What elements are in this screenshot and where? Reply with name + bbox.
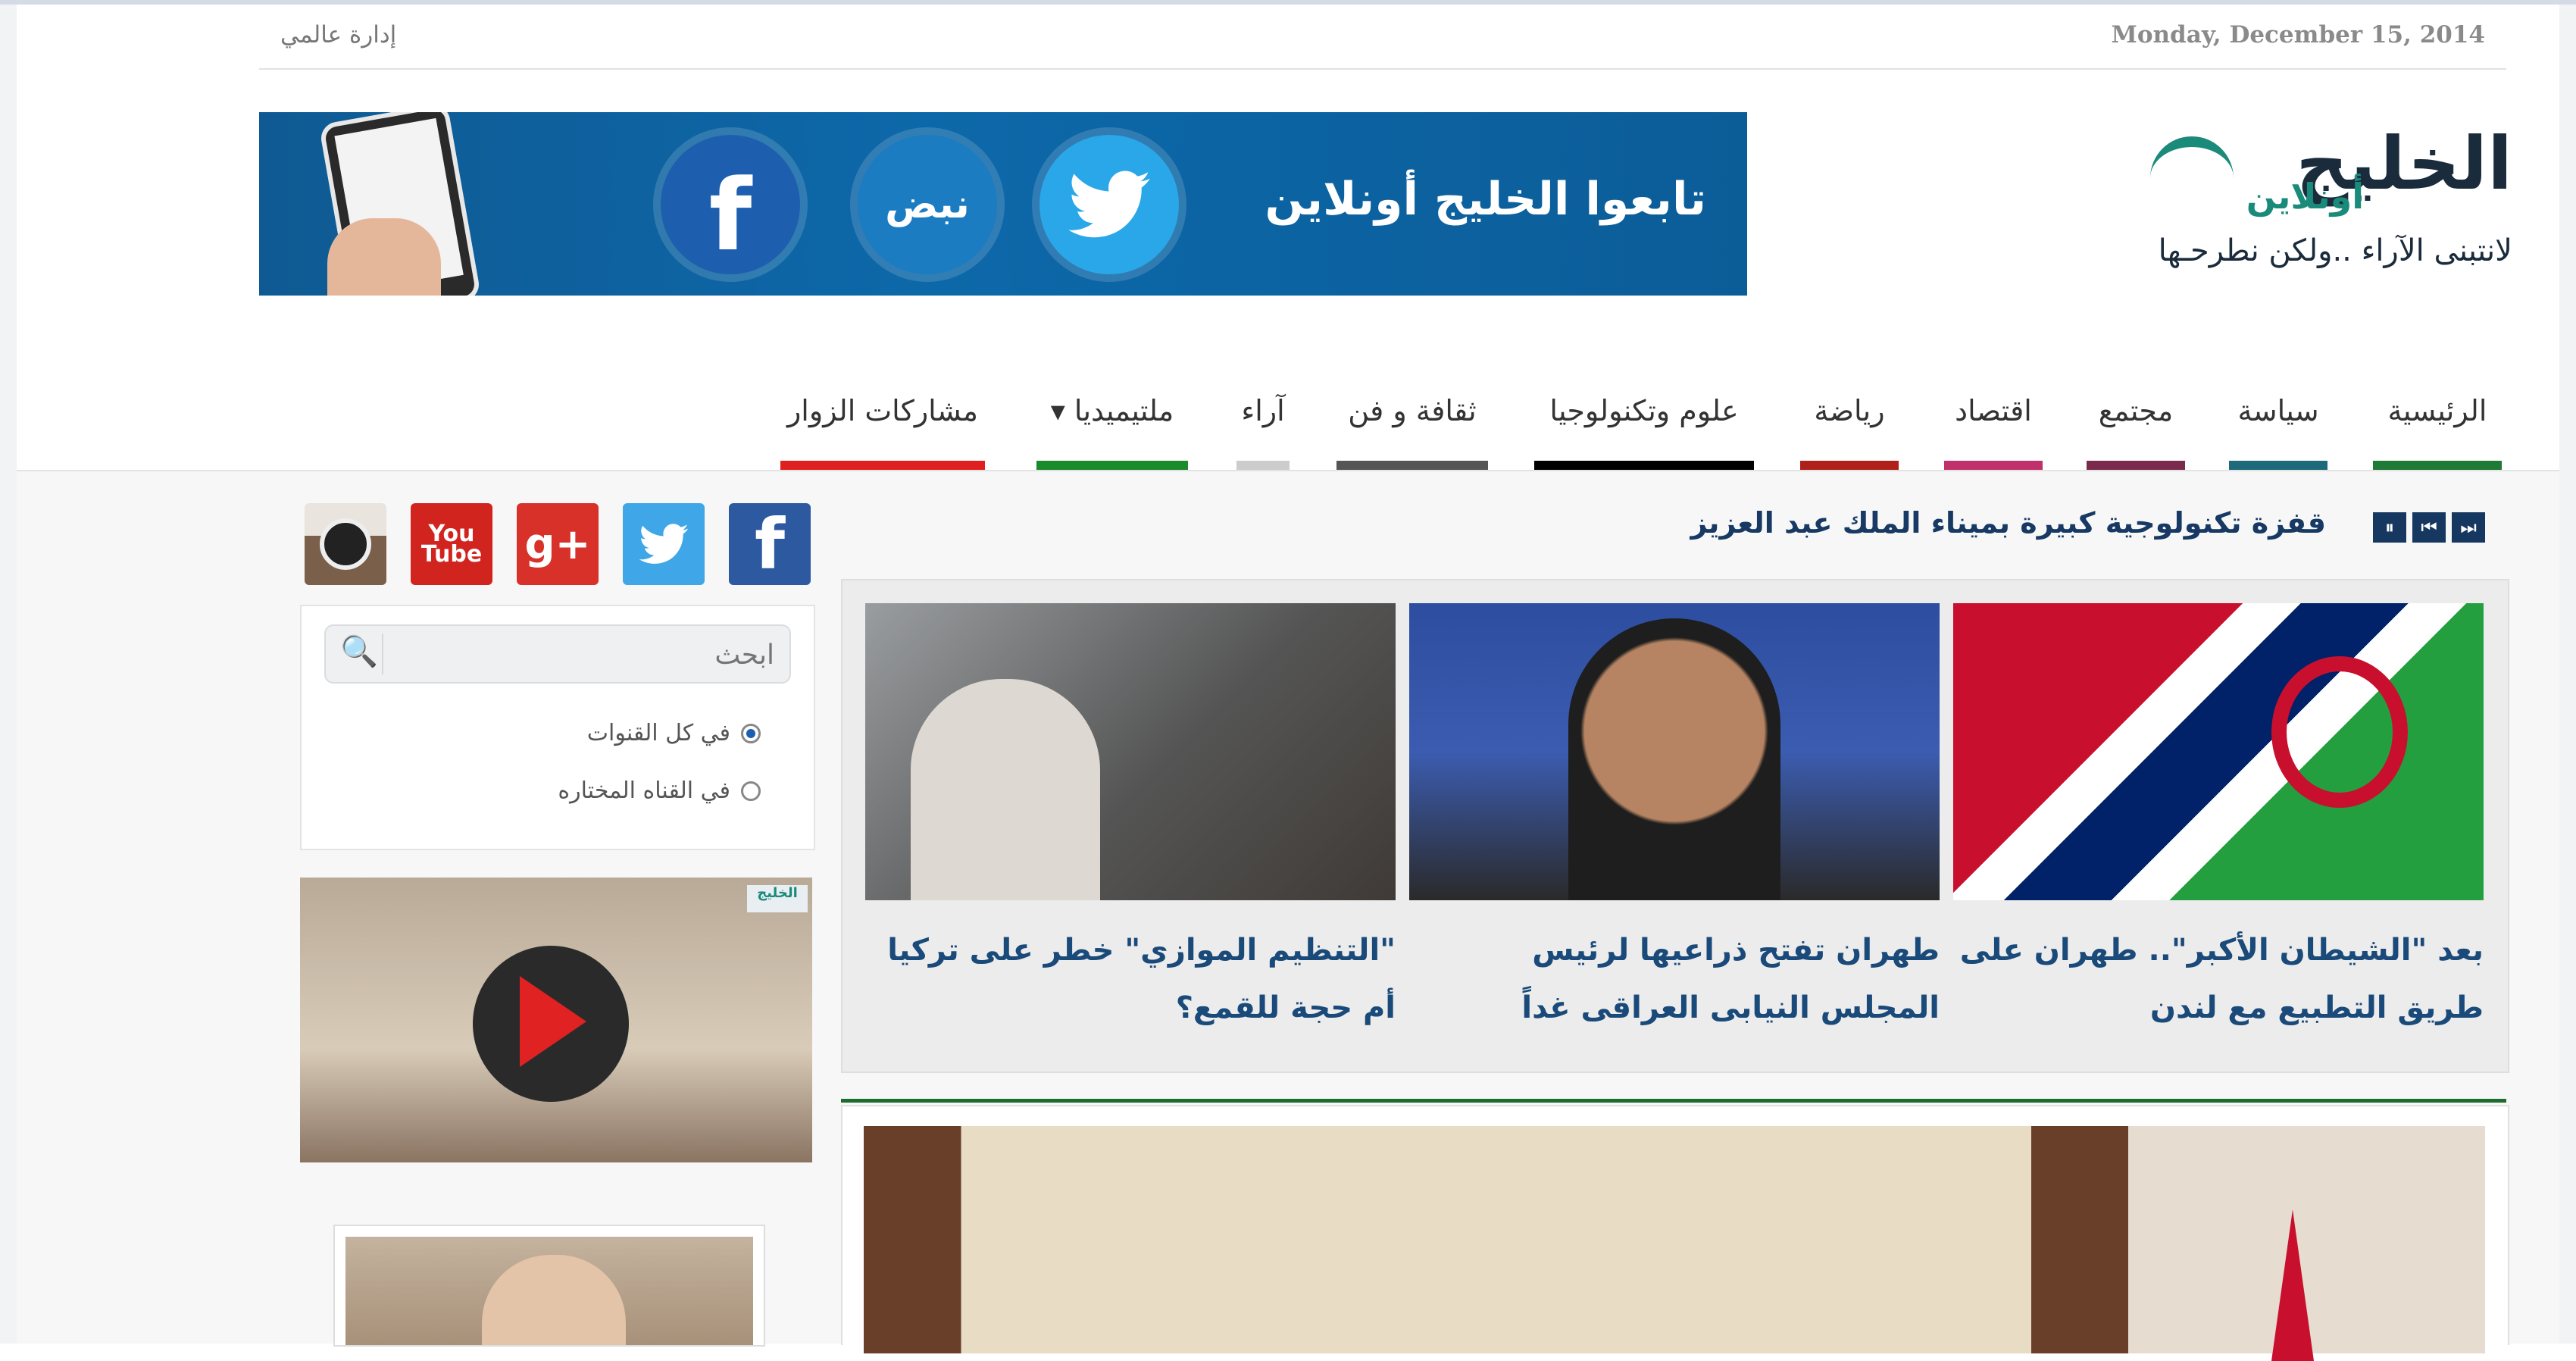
nav-label: مجتمع [2098,394,2174,427]
next-icon[interactable]: ⏭ [2452,512,2485,543]
nabd-icon[interactable]: نبض [858,135,997,274]
twitter-icon[interactable] [623,503,705,585]
radio-label: في كل القنوات [586,720,730,746]
facebook-glyph: f [708,158,752,273]
search-input[interactable] [402,634,776,676]
right-edge [2559,0,2576,1344]
nav-item-politics[interactable]: سياسة [2229,394,2327,470]
radio-label: في القناه المختاره [558,777,730,804]
top-divider [259,68,2506,70]
story-image[interactable] [865,603,1396,900]
nav-underline [2229,461,2327,470]
top-border [0,0,2576,5]
nav-underline [780,461,985,470]
nav-item-sports[interactable]: رياضة [1800,394,1899,470]
search-panel: 🔍 في كل القنوات في القناه المختاره [300,605,815,850]
nav-label: الرئيسية [2387,394,2487,427]
twitter-icon[interactable] [1039,135,1179,274]
nav-label: علوم وتكنولوجيا [1549,394,1739,427]
radio-all-channels[interactable]: في كل القنوات [587,720,761,746]
nav-underline [1236,461,1290,470]
news-ticker-headline[interactable]: قفزة تكنولوجية كبيرة بميناء الملك عبد ال… [1515,506,2326,540]
gplus-label: g+ [524,519,591,569]
camera-lens [320,518,371,570]
logo-tagline: لانتبنى الآراء ..ولكن نطرحـها [2158,233,2512,268]
search-icon[interactable]: 🔍 [336,634,383,674]
instagram-icon[interactable] [305,503,386,585]
main-nav: الرئيسية سياسة مجتمع اقتصاد رياضة علوم و… [773,394,2508,470]
main-article-image[interactable] [864,1126,2485,1361]
previous-icon[interactable]: ⏮ [2412,512,2446,543]
nabd-label: نبض [885,182,970,227]
nav-underline [1036,461,1188,470]
facebook-glyph: f [754,503,786,585]
nav-item-society[interactable]: مجتمع [2087,394,2185,470]
nav-item-home[interactable]: الرئيسية [2373,394,2502,470]
facebook-icon[interactable]: f [661,135,800,274]
radio-button[interactable] [741,781,761,801]
flag-emblem [2271,656,2408,808]
story-title[interactable]: طهران تفتح ذراعيها لرئيس المجلس النيابى … [1409,921,1940,1037]
youtube-label: You Tube [420,521,483,568]
flag-illustration [2271,1209,2314,1361]
nav-underline [2373,461,2502,470]
nav-label: اقتصاد [1955,394,2032,427]
nav-underline [1534,461,1754,470]
nav-item-science[interactable]: علوم وتكنولوجيا [1534,394,1754,470]
nav-label: مشاركات الزوار [786,394,979,427]
author-photo [345,1237,753,1345]
portrait [911,679,1100,900]
nav-label: ثقافة و فن [1348,394,1477,427]
admin-link[interactable]: إدارة عالمي [280,21,396,48]
nav-label: آراء [1241,394,1285,427]
section-divider [841,1099,2506,1103]
story-image[interactable] [1953,603,2484,900]
radio-selected-channel[interactable]: في القناه المختاره [558,777,761,804]
twitter-bird-icon [1068,171,1150,238]
opinion-card[interactable] [333,1225,765,1347]
main-article[interactable] [841,1105,2509,1361]
nav-item-opinions[interactable]: آراء [1236,394,1290,470]
play-icon [520,976,586,1067]
radio-button-checked[interactable] [741,723,761,743]
featured-stories: "التنظيم الموازي" خطر على تركيا أم حجة ل… [841,579,2509,1073]
logo-online: أونلاين [2246,176,2364,217]
video-thumbnail[interactable]: الخليج [300,878,812,1162]
portrait [1568,618,1780,900]
nav-underline [1944,461,2043,470]
nav-label: ملتيميديا ▾ [1050,394,1174,427]
nav-label: رياضة [1814,394,1885,427]
nav-item-visitors[interactable]: مشاركات الزوار [780,394,985,470]
pause-icon[interactable]: ⏸ [2373,512,2406,543]
story-title[interactable]: بعد "الشيطان الأكبر".. طهران على طريق ال… [1953,921,2484,1037]
banner-text: تابعوا الخليج أونلاين [1265,173,1706,226]
hand-illustration [327,218,441,296]
google-plus-icon[interactable]: g+ [517,503,599,585]
nav-underline [1800,461,1899,470]
twitter-bird-icon [639,524,689,564]
story-image[interactable] [1409,603,1940,900]
nav-item-economy[interactable]: اقتصاد [1944,394,2043,470]
nav-item-multimedia[interactable]: ملتيميديا ▾ [1036,394,1188,470]
ticker-controls: ⏸ ⏮ ⏭ [2373,512,2485,546]
nav-underline [2087,461,2185,470]
nav-divider [17,470,2559,471]
nav-label: سياسة [2237,394,2319,427]
youtube-icon[interactable]: You Tube [411,503,492,585]
nav-underline [1336,461,1488,470]
follow-us-banner[interactable]: f نبض تابعوا الخليج أونلاين [259,112,1747,296]
story-title[interactable]: "التنظيم الموازي" خطر على تركيا أم حجة ل… [865,921,1396,1037]
search-field[interactable]: 🔍 [324,624,791,684]
nav-item-culture[interactable]: ثقافة و فن [1336,394,1488,470]
left-edge [0,0,17,1344]
current-date: Monday, December 15, 2014 [2111,21,2485,48]
author-portrait [482,1255,626,1345]
video-logo: الخليج [747,885,808,912]
facebook-icon[interactable]: f [729,503,811,585]
